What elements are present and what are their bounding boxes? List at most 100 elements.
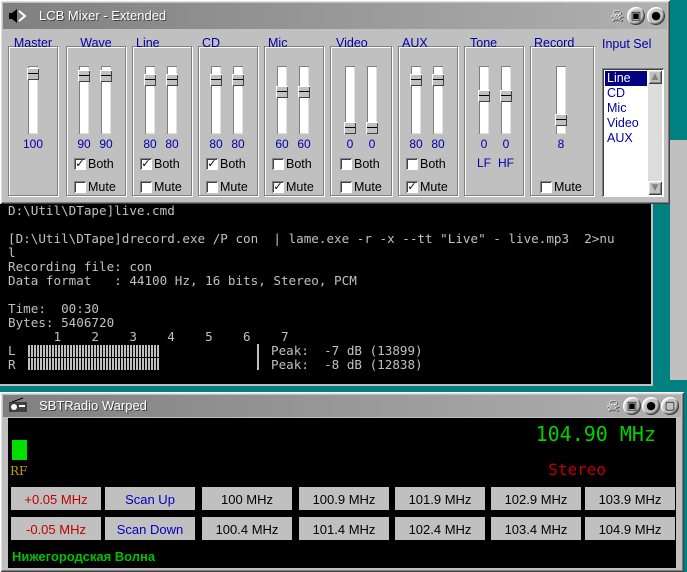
mute-label: Mute xyxy=(286,180,314,194)
skull-icon[interactable]: ☠ xyxy=(607,6,627,26)
slider-thumb[interactable] xyxy=(410,74,422,86)
slider-thumb[interactable] xyxy=(276,86,288,98)
right-slider[interactable] xyxy=(232,66,244,134)
right-slider[interactable] xyxy=(432,66,444,134)
both-checkbox[interactable] xyxy=(406,158,418,170)
radio-display: 104.90 MHz RF Stereo +0.05 MHz Scan Up 1… xyxy=(8,418,676,568)
scroll-down-icon[interactable]: ▼ xyxy=(648,181,662,195)
slider-thumb[interactable] xyxy=(298,86,310,98)
channel-value-right: 80 xyxy=(431,137,445,151)
console-line: Recording file: con xyxy=(8,259,153,274)
skull-icon[interactable]: ☠ xyxy=(603,396,623,416)
scan-up-button[interactable]: Scan Up xyxy=(104,486,196,511)
both-checkbox[interactable]: ✓ xyxy=(206,158,218,170)
preset-button[interactable]: 102.9 MHz xyxy=(490,486,582,511)
mute-label: Mute xyxy=(554,180,582,194)
slider-thumb[interactable] xyxy=(555,114,567,126)
left-slider[interactable] xyxy=(210,66,222,134)
slider-thumb[interactable] xyxy=(366,122,378,134)
input-sel-list[interactable]: Line CD Mic Video AUX ▲ ▼ xyxy=(602,68,664,197)
slider-thumb[interactable] xyxy=(166,74,178,86)
slider-thumb[interactable] xyxy=(232,74,244,86)
radio-window: SBTRadio Warped ☠ ▣ ● ▢ 104.90 MHz RF St… xyxy=(0,392,684,572)
preset-button[interactable]: 100.4 MHz xyxy=(201,516,293,541)
right-slider[interactable] xyxy=(166,66,178,134)
slider-thumb[interactable] xyxy=(100,70,112,82)
input-sel-scrollbar[interactable] xyxy=(648,70,662,195)
both-label: Both xyxy=(88,157,114,171)
tune-up-button[interactable]: +0.05 MHz xyxy=(10,486,102,511)
mixer-titlebar[interactable]: LCB Mixer - Extended ☠ ▣ ● xyxy=(3,3,667,29)
maximize-button[interactable]: ▣ xyxy=(627,7,645,25)
left-slider[interactable] xyxy=(410,66,422,134)
radio-titlebar[interactable]: SBTRadio Warped ☠ ▣ ● ▢ xyxy=(3,395,681,417)
close-button[interactable]: ● xyxy=(647,7,665,25)
slider-thumb[interactable] xyxy=(500,90,512,102)
tune-down-button[interactable]: -0.05 MHz xyxy=(10,516,102,541)
left-slider[interactable] xyxy=(78,66,90,134)
both-label: Both xyxy=(354,157,380,171)
preset-button[interactable]: 103.4 MHz xyxy=(490,516,582,541)
preset-button[interactable]: 102.4 MHz xyxy=(394,516,486,541)
console-line: Bytes: 5406720 xyxy=(8,315,115,330)
both-checkbox[interactable] xyxy=(272,158,284,170)
maximize-button[interactable]: ▢ xyxy=(661,397,679,415)
input-option-selected[interactable]: Line xyxy=(605,71,647,86)
master-slider[interactable] xyxy=(27,66,39,134)
right-slider[interactable] xyxy=(298,66,310,134)
lf-slider[interactable] xyxy=(478,66,490,134)
right-slider[interactable] xyxy=(366,66,378,134)
input-option[interactable]: CD xyxy=(605,86,647,101)
channel-label: Master xyxy=(13,36,53,50)
preset-button[interactable]: 104.9 MHz xyxy=(584,516,676,541)
input-option[interactable]: Mic xyxy=(605,101,647,116)
hf-slider[interactable] xyxy=(500,66,512,134)
input-option[interactable]: AUX xyxy=(605,131,647,146)
mute-checkbox[interactable] xyxy=(140,181,152,193)
right-slider[interactable] xyxy=(100,66,112,134)
both-checkbox[interactable] xyxy=(340,158,352,170)
mute-checkbox[interactable]: ✓ xyxy=(406,181,418,193)
channel-value-left: 80 xyxy=(409,137,423,151)
both-label: Both xyxy=(420,157,446,171)
preset-button[interactable]: 100 MHz xyxy=(201,486,293,511)
slider-thumb[interactable] xyxy=(432,74,444,86)
mixer-app-icon[interactable] xyxy=(7,7,29,25)
minimize-button[interactable]: ▣ xyxy=(623,397,641,415)
mute-checkbox[interactable] xyxy=(540,181,552,193)
channel-value: 100 xyxy=(23,137,44,151)
channel-aux: AUX 80 80 Both ✓ Mute xyxy=(398,36,458,196)
both-checkbox[interactable]: ✓ xyxy=(140,158,152,170)
radio-app-icon[interactable] xyxy=(7,397,29,415)
preset-button[interactable]: 100.9 MHz xyxy=(298,486,390,511)
slider-thumb[interactable] xyxy=(478,90,490,102)
slider-thumb[interactable] xyxy=(144,74,156,86)
preset-button[interactable]: 103.9 MHz xyxy=(584,486,676,511)
console-line: [D:\Util\DTape]drecord.exe /P con | lame… xyxy=(8,231,615,246)
record-slider[interactable] xyxy=(555,66,567,134)
slider-thumb[interactable] xyxy=(344,122,356,134)
scroll-up-icon[interactable]: ▲ xyxy=(648,70,662,84)
left-slider[interactable] xyxy=(144,66,156,134)
left-slider[interactable] xyxy=(344,66,356,134)
slider-thumb[interactable] xyxy=(210,74,222,86)
both-checkbox[interactable]: ✓ xyxy=(74,158,86,170)
channel-label: Video xyxy=(336,36,368,50)
scan-down-button[interactable]: Scan Down xyxy=(104,516,196,541)
slider-thumb[interactable] xyxy=(78,70,90,82)
slider-thumb[interactable] xyxy=(27,68,39,80)
preset-button[interactable]: 101.4 MHz xyxy=(298,516,390,541)
left-slider[interactable] xyxy=(276,66,288,134)
channel-frame xyxy=(132,46,192,196)
restore-button[interactable]: ● xyxy=(642,397,660,415)
channel-label: Line xyxy=(136,36,160,50)
preset-button[interactable]: 101.9 MHz xyxy=(394,486,486,511)
mute-checkbox[interactable]: ✓ xyxy=(272,181,284,193)
channel-value-left: 0 xyxy=(480,137,488,151)
input-option[interactable]: Video xyxy=(605,116,647,131)
mute-checkbox[interactable] xyxy=(340,181,352,193)
console-window[interactable]: D:\Util\DTape]live.cmd [D:\Util\DTape]dr… xyxy=(0,200,653,386)
channel-value-right: 0 xyxy=(502,137,510,151)
mute-checkbox[interactable] xyxy=(206,181,218,193)
mute-checkbox[interactable] xyxy=(74,181,86,193)
